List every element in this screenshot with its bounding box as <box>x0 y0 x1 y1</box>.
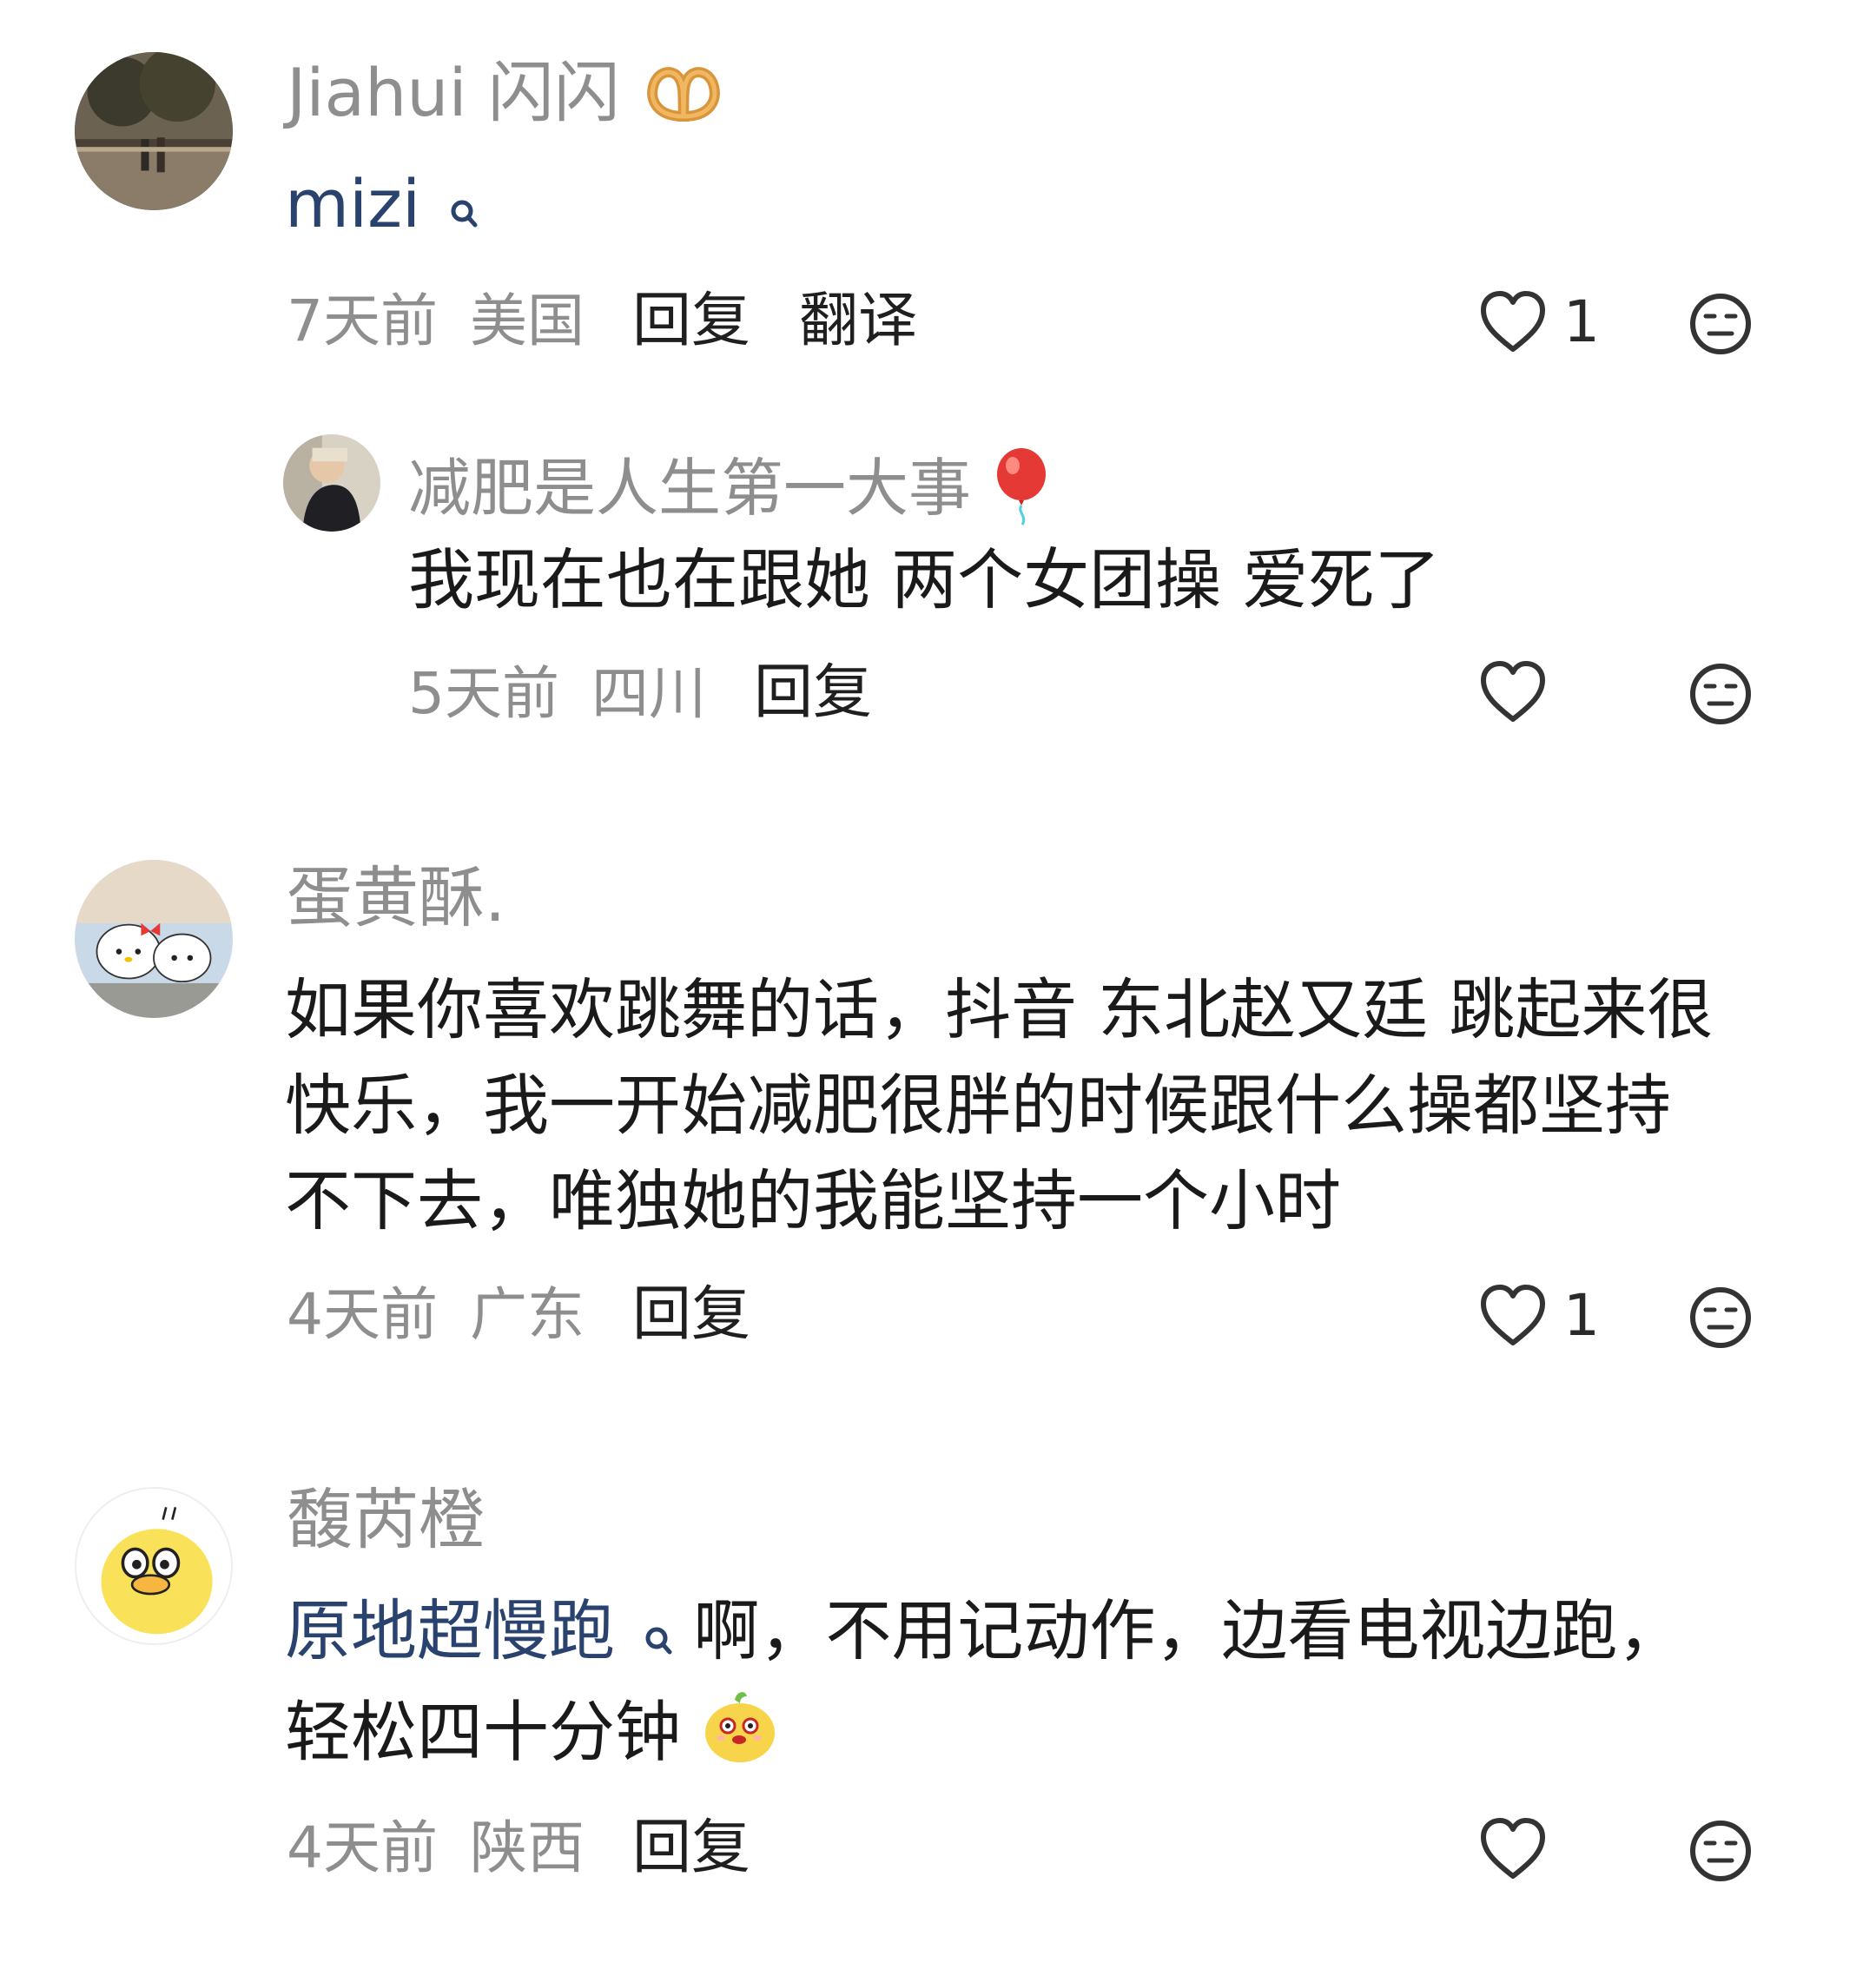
like-count: 1 <box>1563 288 1600 355</box>
username: 减肥是人生第一大事 <box>408 446 1052 539</box>
search-icon <box>450 160 478 255</box>
comment-meta: 4天前 陕西 <box>287 1820 585 1877</box>
comment-time: 7天前 <box>287 287 438 354</box>
reply-button[interactable]: 回复 <box>632 1819 750 1878</box>
heart-icon <box>1476 1814 1549 1883</box>
reply-button[interactable]: 回复 <box>632 1285 750 1345</box>
like-button[interactable] <box>1476 1280 1549 1350</box>
reply-location: 四川 <box>591 660 706 727</box>
comment-content: 原地超慢跑 啊，不用记动作，边看电视边跑， 轻松四十分钟 <box>285 1583 1683 1791</box>
search-link[interactable]: 原地超慢跑 <box>285 1592 693 1669</box>
comment-line: 原地超慢跑 啊，不用记动作，边看电视边跑， <box>285 1583 1683 1682</box>
search-link[interactable]: mizi <box>285 165 478 242</box>
sticker-emoji <box>702 1682 778 1791</box>
comment-line: 快乐，我一开始减肥很胖的时候跟什么操都坚持 <box>285 1067 1671 1144</box>
like-button[interactable] <box>1476 287 1549 356</box>
avatar[interactable] <box>75 52 233 210</box>
reply-meta: 5天前 四川 <box>408 665 706 723</box>
avatar-image <box>283 434 380 532</box>
reply-button[interactable]: 回复 <box>754 664 872 723</box>
avatar[interactable] <box>75 860 233 1018</box>
like-button[interactable] <box>1476 657 1549 726</box>
heart-icon <box>1476 287 1549 356</box>
dislike-face-icon <box>1688 1819 1753 1883</box>
dislike-face-icon <box>1688 662 1753 726</box>
comment-content: mizi <box>285 156 478 255</box>
avatar-image <box>75 52 233 210</box>
comment-meta: 4天前 广东 <box>287 1286 585 1344</box>
comment-location: 广东 <box>469 1281 585 1348</box>
avatar[interactable] <box>75 1487 233 1645</box>
comment-meta: 7天前 美国 <box>287 293 585 350</box>
avatar[interactable] <box>283 434 380 532</box>
comment-content: 如果你喜欢跳舞的话，抖音 东北赵又廷 跳起来很 快乐，我一开始减肥很胖的时候跟什… <box>285 962 1713 1249</box>
reply-button[interactable]: 回复 <box>632 292 750 351</box>
username[interactable]: 馥芮橙 <box>287 1487 485 1553</box>
translate-button[interactable]: 翻译 <box>799 292 917 351</box>
comment-time: 4天前 <box>287 1281 438 1348</box>
like-count: 1 <box>1563 1282 1600 1349</box>
heart-icon <box>1476 657 1549 726</box>
comment-time: 4天前 <box>287 1814 438 1881</box>
search-icon <box>644 1587 672 1682</box>
username: Jiahui 闪闪 <box>287 59 723 135</box>
dislike-face-icon <box>1688 292 1753 356</box>
reply-time: 5天前 <box>408 660 559 727</box>
reply-content: 我现在也在跟她 两个女团操 爱死了 <box>408 541 1441 618</box>
dislike-face-icon <box>1688 1285 1753 1350</box>
dislike-button[interactable] <box>1688 292 1753 356</box>
balloon-emoji <box>991 446 1052 539</box>
comment-line: 轻松四十分钟 <box>285 1682 1683 1791</box>
comment-location: 美国 <box>469 287 585 354</box>
avatar-image <box>76 1489 231 1643</box>
like-button[interactable] <box>1476 1814 1549 1883</box>
username[interactable]: 蛋黄酥. <box>287 865 505 931</box>
dislike-button[interactable] <box>1688 1819 1753 1883</box>
comment-line: 如果你喜欢跳舞的话，抖音 东北赵又廷 跳起来很 <box>285 971 1714 1048</box>
comment-location: 陕西 <box>469 1814 585 1881</box>
dislike-button[interactable] <box>1688 1285 1753 1350</box>
pretzel-emoji <box>644 59 723 135</box>
avatar-image <box>75 860 233 1018</box>
heart-icon <box>1476 1280 1549 1350</box>
comment-line: 不下去，唯独她的我能坚持一个小时 <box>285 1162 1341 1239</box>
dislike-button[interactable] <box>1688 662 1753 726</box>
